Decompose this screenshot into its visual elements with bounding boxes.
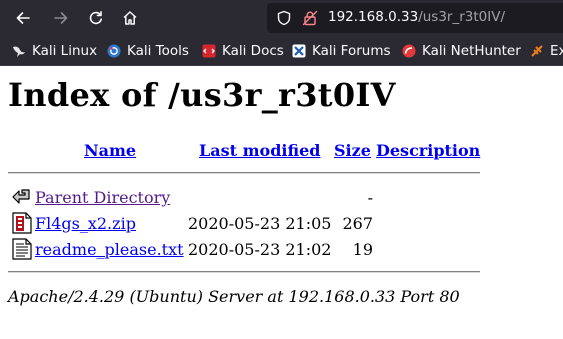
bookmark-label: Ex [550,43,563,59]
bookmark-exploit-db[interactable]: Ex [530,42,563,60]
file-size: - [367,188,373,207]
table-divider-bottom [8,271,480,273]
bookmark-label: Kali Docs [222,43,284,59]
url-host: 192.168.0.33 [328,9,419,25]
bookmark-kali-linux[interactable]: Kali Linux [12,42,97,60]
bookmark-label: Kali Tools [127,43,189,59]
last-modified-date: 2020-05-23 21:02 [188,240,332,259]
forward-button[interactable] [48,5,74,31]
url-path: /us3r_r3t0IV/ [418,9,506,25]
bookmark-kali-forums[interactable]: Kali Forums [292,42,391,60]
parent-directory-link[interactable]: Parent Directory [35,188,170,207]
bookmark-label: Kali Linux [32,43,98,59]
forward-arrow-icon [54,12,68,24]
table-divider-top [8,172,480,174]
sort-by-last-modified-link[interactable]: Last modified [199,141,320,160]
reload-button[interactable] [83,5,109,31]
server-signature: Apache/2.4.29 (Ubuntu) Server at 192.168… [8,287,460,306]
last-modified-date: 2020-05-23 21:05 [188,214,332,233]
home-icon [123,11,137,25]
insecure-lock-icon[interactable] [302,10,318,26]
bookmark-kali-nethunter[interactable]: Kali NetHunter [402,42,521,60]
browser-toolbar: 192.168.0.33/us3r_r3t0IV/ [0,0,563,36]
file-size: 267 [342,214,373,233]
sort-by-description-link[interactable]: Description [376,141,480,160]
home-button[interactable] [117,5,143,31]
bookmarks-toolbar: Kali Linux Kali Tools Kali Docs Kali For… [0,36,563,66]
kali-dragon-icon [13,46,25,57]
bookmark-kali-tools[interactable]: Kali Tools [107,42,189,60]
sort-by-name-link[interactable]: Name [84,141,136,160]
page-title: Index of /us3r_r3t0IV [8,76,396,114]
bookmark-label: Kali NetHunter [422,43,521,59]
compressed-file-icon[interactable] [12,212,32,234]
address-bar[interactable]: 192.168.0.33/us3r_r3t0IV/ [267,3,563,33]
back-button[interactable] [10,5,36,31]
bookmark-kali-docs[interactable]: Kali Docs [202,42,284,60]
kali-docs-icon [202,44,216,58]
bookmark-label: Kali Forums [312,43,391,59]
file-size: 19 [352,240,373,259]
file-link-readme-txt[interactable]: readme_please.txt [35,240,184,259]
kali-tools-icon [107,44,121,58]
url-text[interactable]: 192.168.0.33/us3r_r3t0IV/ [328,9,505,25]
kali-forums-icon [292,44,306,58]
kali-nethunter-icon [402,44,416,58]
back-arrow-icon[interactable] [11,187,31,209]
shield-icon[interactable] [276,10,292,26]
reload-icon [89,11,102,25]
exploit-db-icon [531,45,543,57]
back-arrow-icon [16,12,30,24]
file-link-fl4gs-zip[interactable]: Fl4gs_x2.zip [35,214,136,233]
text-file-icon[interactable] [12,238,32,260]
sort-by-size-link[interactable]: Size [334,141,371,160]
